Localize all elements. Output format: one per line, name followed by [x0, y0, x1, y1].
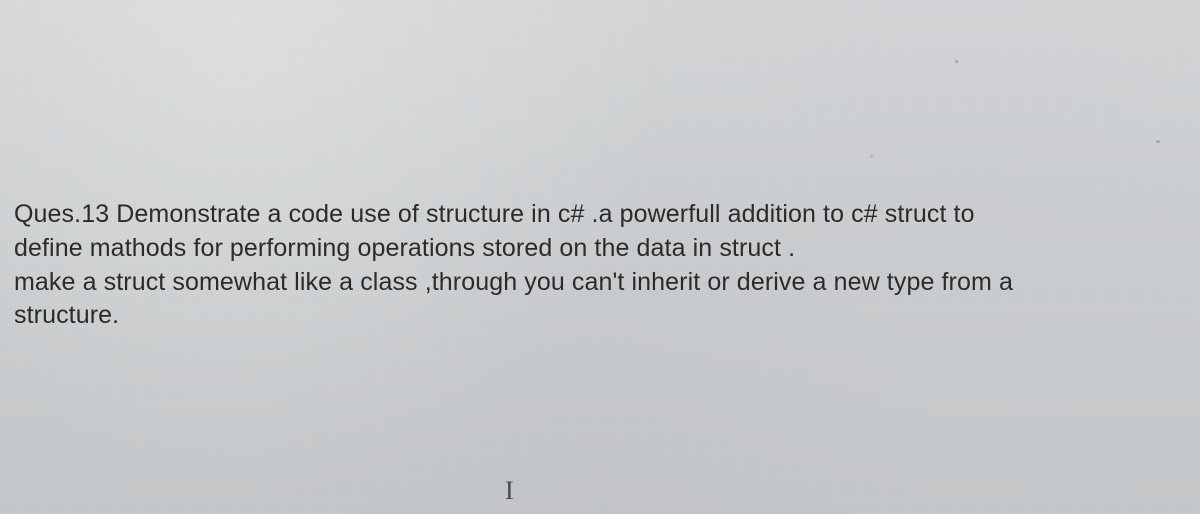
question-line-4: structure.: [14, 299, 1186, 333]
question-line-1: Ques.13 Demonstrate a code use of struct…: [14, 198, 1186, 232]
paper-speck: [870, 155, 873, 158]
paper-speck: [955, 60, 958, 63]
question-text-block: Ques.13 Demonstrate a code use of struct…: [14, 198, 1186, 333]
text-cursor-glyph: I: [505, 476, 514, 506]
question-line-3: make a struct somewhat like a class ,thr…: [14, 266, 1186, 300]
paper-speck: [1156, 140, 1160, 143]
question-line-2: define mathods for performing operations…: [14, 232, 1186, 266]
